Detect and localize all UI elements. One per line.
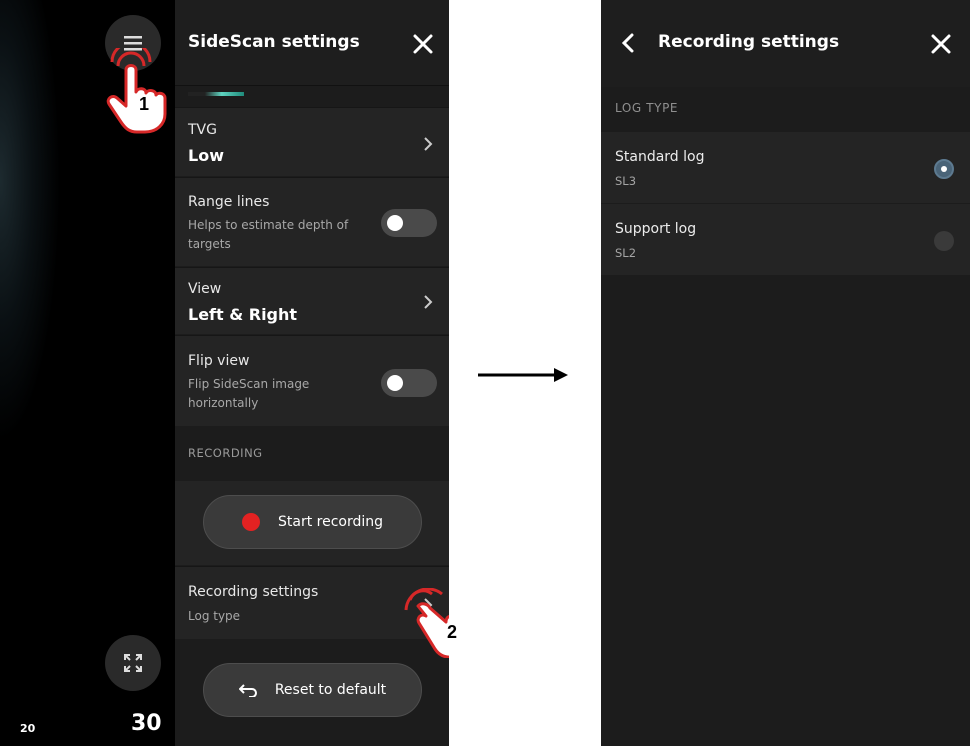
step-1-label: 1 bbox=[139, 94, 150, 114]
tvg-value: Low bbox=[188, 146, 224, 165]
option-support-log[interactable]: Support log SL2 bbox=[601, 204, 970, 275]
tap-hand-icon bbox=[404, 588, 449, 658]
tvg-label: TVG bbox=[188, 122, 217, 138]
panel-header: Recording settings bbox=[601, 0, 970, 87]
scale-max-label: 30 bbox=[131, 711, 162, 736]
flip-view-description: Flip SideScan image horizontally bbox=[188, 377, 310, 410]
undo-icon bbox=[238, 684, 257, 697]
range-lines-row: Range lines Helps to estimate depth of t… bbox=[175, 177, 449, 266]
range-lines-description: Helps to estimate depth of targets bbox=[188, 218, 349, 251]
sidescan-screen: 20 30 SideScan settings TVG Low Range li… bbox=[0, 0, 449, 746]
chevron-right-icon bbox=[424, 295, 433, 309]
tap-hand-icon bbox=[106, 48, 167, 134]
option-title: Support log bbox=[615, 221, 697, 237]
start-recording-label: Start recording bbox=[277, 514, 384, 530]
back-icon[interactable] bbox=[621, 33, 635, 53]
flip-view-row: Flip view Flip SideScan image horizontal… bbox=[175, 335, 449, 426]
view-value: Left & Right bbox=[188, 305, 298, 324]
option-subtitle: SL3 bbox=[615, 174, 637, 188]
close-icon[interactable] bbox=[929, 32, 953, 56]
start-recording-button[interactable]: Start recording bbox=[203, 495, 422, 549]
recording-area: Start recording bbox=[175, 481, 449, 565]
option-title: Standard log bbox=[615, 149, 705, 165]
panel-title: SideScan settings bbox=[188, 32, 360, 52]
tvg-row[interactable]: TVG Low bbox=[175, 107, 449, 176]
recording-settings-label: Recording settings bbox=[188, 584, 319, 600]
log-type-section-label: LOG TYPE bbox=[615, 101, 679, 115]
fullscreen-button[interactable] bbox=[105, 635, 161, 691]
range-lines-label: Range lines bbox=[188, 194, 270, 210]
recording-section-label: RECORDING bbox=[188, 446, 263, 460]
close-icon[interactable] bbox=[411, 32, 435, 56]
expand-icon bbox=[124, 654, 142, 672]
option-subtitle: SL2 bbox=[615, 246, 637, 260]
scale-min-label: 20 bbox=[20, 722, 36, 735]
step-2-label: 2 bbox=[447, 622, 458, 642]
recording-settings-description: Log type bbox=[188, 609, 241, 623]
sensitivity-bar bbox=[188, 92, 244, 96]
arrow-right-icon bbox=[478, 368, 568, 382]
flip-view-label: Flip view bbox=[188, 353, 250, 369]
flip-view-toggle[interactable] bbox=[381, 369, 437, 397]
reset-to-default-label: Reset to default bbox=[274, 682, 387, 698]
chevron-right-icon bbox=[424, 137, 433, 151]
page-title: Recording settings bbox=[658, 32, 840, 52]
recording-settings-screen: Recording settings LOG TYPE Standard log… bbox=[601, 0, 970, 746]
radio-selected[interactable] bbox=[934, 159, 954, 179]
panel-header: SideScan settings bbox=[175, 0, 449, 86]
reset-to-default-button[interactable]: Reset to default bbox=[203, 663, 422, 717]
view-label: View bbox=[188, 281, 222, 297]
option-standard-log[interactable]: Standard log SL3 bbox=[601, 132, 970, 203]
view-row[interactable]: View Left & Right bbox=[175, 267, 449, 334]
record-icon bbox=[241, 513, 260, 531]
radio-unselected[interactable] bbox=[934, 231, 954, 251]
range-lines-toggle[interactable] bbox=[381, 209, 437, 237]
